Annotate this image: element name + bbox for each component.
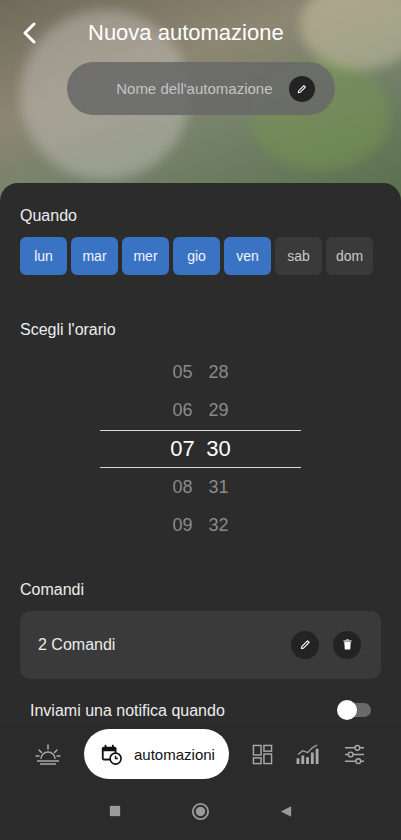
minute-value[interactable]: 30 xyxy=(206,436,232,462)
nav-label: automazioni xyxy=(134,746,215,763)
settings-sliders-icon xyxy=(344,744,365,765)
edit-commands-button[interactable] xyxy=(291,631,319,659)
name-placeholder: Nome dell'automazione xyxy=(116,80,272,97)
pencil-icon xyxy=(299,638,312,651)
delete-commands-button[interactable] xyxy=(333,631,361,659)
nav-item[interactable] xyxy=(252,744,273,765)
commands-summary: 2 Comandi xyxy=(38,636,115,654)
hour-value[interactable]: 08 xyxy=(170,477,196,498)
time-picker-row[interactable]: 05 28 xyxy=(100,353,301,391)
notification-toggle[interactable] xyxy=(339,703,371,717)
notification-row: Inviami una notifica quando xyxy=(20,701,381,720)
edit-name-button[interactable] xyxy=(289,76,315,102)
nav-item[interactable] xyxy=(344,744,365,765)
automation-form: Quando lunmarmergiovensabdom Scegli l'orar… xyxy=(0,183,401,726)
day-chip[interactable]: gio xyxy=(173,237,220,275)
day-chip[interactable]: sab xyxy=(275,237,322,275)
calendar-clock-icon xyxy=(100,743,122,765)
time-picker-row[interactable]: 07 30 xyxy=(100,430,301,468)
trash-icon xyxy=(341,638,354,651)
day-chip[interactable]: mar xyxy=(71,237,118,275)
time-picker-row[interactable]: 06 29 xyxy=(100,391,301,429)
back-nav-icon[interactable] xyxy=(280,805,292,818)
day-chip[interactable]: ven xyxy=(224,237,271,275)
header: Nuova automazione Nome dell'automazione xyxy=(0,0,401,201)
hour-value[interactable]: 09 xyxy=(170,515,196,536)
hour-value[interactable]: 07 xyxy=(170,436,196,462)
commands-label: Comandi xyxy=(20,581,381,599)
screen: Nuova automazione Nome dell'automazione Qu… xyxy=(0,0,401,840)
sunrise-icon xyxy=(35,743,61,765)
day-chip[interactable]: lun xyxy=(20,237,67,275)
dashboard-icon xyxy=(252,744,273,765)
time-picker-row[interactable]: 09 32 xyxy=(100,507,301,545)
day-chip[interactable]: dom xyxy=(326,237,373,275)
minute-value[interactable]: 29 xyxy=(206,400,232,421)
days-label: Quando xyxy=(20,207,381,225)
day-selector: lunmarmergiovensabdom xyxy=(20,237,381,275)
top-bar: Nuova automazione xyxy=(0,0,401,48)
back-icon[interactable] xyxy=(22,22,38,44)
time-picker-row[interactable]: 08 31 xyxy=(100,468,301,506)
commands-card[interactable]: 2 Comandi xyxy=(20,611,381,679)
system-nav-bar xyxy=(0,782,401,840)
notification-label: Inviami una notifica quando xyxy=(30,701,225,720)
day-chip[interactable]: mer xyxy=(122,237,169,275)
hour-value[interactable]: 05 xyxy=(170,362,196,383)
bottom-nav: automazioni xyxy=(0,726,401,782)
nav-item[interactable] xyxy=(296,744,321,765)
nav-item[interactable] xyxy=(35,743,61,765)
page-title: Nuova automazione xyxy=(88,20,284,46)
nav-item[interactable]: automazioni xyxy=(84,729,229,779)
minute-value[interactable]: 31 xyxy=(206,477,232,498)
time-picker[interactable]: 05 28 06 29 07 30 08 31 09 32 xyxy=(100,353,301,545)
chart-icon xyxy=(296,744,321,765)
hour-value[interactable]: 06 xyxy=(170,400,196,421)
recents-icon[interactable] xyxy=(109,805,121,817)
time-label: Scegli l'orario xyxy=(20,321,381,339)
minute-value[interactable]: 32 xyxy=(206,515,232,536)
minute-value[interactable]: 28 xyxy=(206,362,232,383)
home-icon[interactable] xyxy=(191,802,210,821)
name-field[interactable]: Nome dell'automazione xyxy=(67,62,335,115)
pencil-icon xyxy=(296,83,308,95)
